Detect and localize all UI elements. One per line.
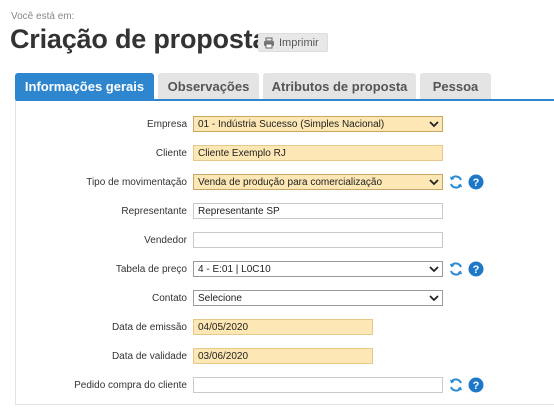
- print-button-label: Imprimir: [279, 36, 319, 49]
- contato-row: Contato Selecione: [16, 290, 554, 308]
- tabela-preco-row: Tabela de preço 4 - E:01 | L0C10 ?: [16, 261, 554, 279]
- printer-icon: [263, 37, 275, 49]
- pedido-compra-input[interactable]: [193, 377, 443, 393]
- cliente-input[interactable]: Cliente Exemplo RJ: [193, 145, 443, 161]
- help-icon[interactable]: ?: [468, 377, 484, 393]
- data-validade-label: Data de validade: [111, 351, 187, 362]
- vendedor-row: Vendedor: [16, 232, 554, 250]
- tipo-movimentacao-select[interactable]: Venda de produção para comercialização: [193, 174, 443, 190]
- data-validade-row: Data de validade 03/06/2020: [16, 348, 554, 366]
- breadcrumb: Você está em:: [11, 11, 75, 22]
- page-title: Criação de proposta: [10, 24, 268, 54]
- tabela-preco-value: 4 - E:01 | L0C10: [198, 264, 271, 275]
- tipo-movimentacao-row: Tipo de movimentação Venda de produção p…: [16, 174, 554, 192]
- contato-select[interactable]: Selecione: [193, 290, 443, 306]
- chevron-down-icon: [429, 266, 439, 273]
- representante-input[interactable]: Representante SP: [193, 203, 443, 219]
- contato-label: Contato: [151, 293, 187, 304]
- pedido-compra-row: Pedido compra do cliente ?: [16, 377, 554, 395]
- svg-text:?: ?: [473, 264, 480, 276]
- refresh-icon[interactable]: [448, 261, 464, 277]
- representante-label: Representante: [121, 206, 187, 217]
- tab-observacoes[interactable]: Observações: [158, 73, 259, 100]
- tab-informacoes-gerais[interactable]: Informações gerais: [15, 73, 154, 100]
- cliente-label: Cliente: [155, 148, 187, 159]
- chevron-down-icon: [429, 295, 439, 302]
- data-emissao-row: Data de emissão 04/05/2020: [16, 319, 554, 337]
- svg-text:?: ?: [473, 380, 480, 392]
- contato-value: Selecione: [198, 293, 242, 304]
- tabela-preco-select[interactable]: 4 - E:01 | L0C10: [193, 261, 443, 277]
- data-emissao-label: Data de emissão: [111, 322, 187, 333]
- chevron-down-icon: [429, 121, 439, 128]
- cliente-row: Cliente Cliente Exemplo RJ: [16, 145, 554, 163]
- vendedor-label: Vendedor: [144, 235, 187, 246]
- data-validade-input[interactable]: 03/06/2020: [193, 348, 373, 364]
- representante-row: Representante Representante SP: [16, 203, 554, 221]
- vendedor-input[interactable]: [193, 232, 443, 248]
- form-panel: Empresa 01 - Indústria Sucesso (Simples …: [15, 99, 554, 405]
- tab-atributos-de-proposta[interactable]: Atributos de proposta: [263, 73, 416, 100]
- tab-pessoa[interactable]: Pessoa: [420, 73, 491, 100]
- help-icon[interactable]: ?: [468, 261, 484, 277]
- tipo-movimentacao-label: Tipo de movimentação: [86, 177, 187, 188]
- pedido-compra-label: Pedido compra do cliente: [74, 380, 187, 391]
- help-icon[interactable]: ?: [468, 174, 484, 190]
- svg-text:?: ?: [473, 177, 480, 189]
- empresa-label: Empresa: [146, 119, 187, 130]
- tabela-preco-label: Tabela de preço: [115, 264, 187, 275]
- chevron-down-icon: [429, 179, 439, 186]
- empresa-row: Empresa 01 - Indústria Sucesso (Simples …: [16, 116, 554, 134]
- print-button[interactable]: Imprimir: [258, 33, 328, 52]
- refresh-icon[interactable]: [448, 377, 464, 393]
- empresa-value: 01 - Indústria Sucesso (Simples Nacional…: [198, 119, 385, 130]
- refresh-icon[interactable]: [448, 174, 464, 190]
- empresa-select[interactable]: 01 - Indústria Sucesso (Simples Nacional…: [193, 116, 443, 132]
- data-emissao-input[interactable]: 04/05/2020: [193, 319, 373, 335]
- tipo-movimentacao-value: Venda de produção para comercialização: [198, 177, 383, 188]
